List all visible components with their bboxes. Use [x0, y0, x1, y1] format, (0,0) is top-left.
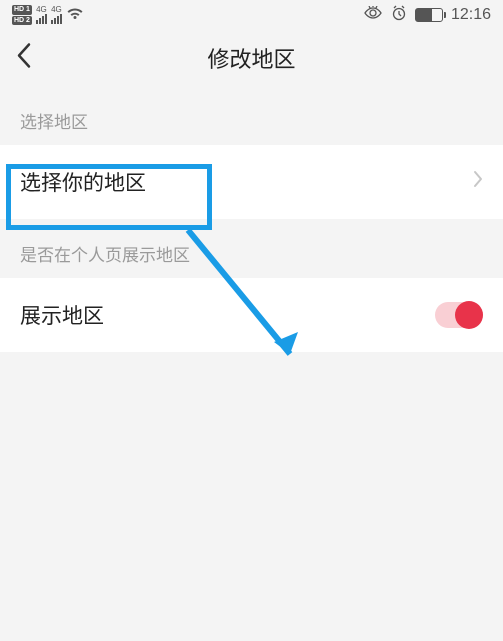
sim2-net-label: 4G	[51, 6, 62, 14]
hd1-badge: HD 1	[12, 5, 32, 14]
display-region-label: 展示地区	[20, 300, 104, 330]
signal-bars-icon	[36, 14, 47, 24]
status-bar: HD 1 HD 2 4G 4G 12:16	[0, 0, 503, 30]
chevron-left-icon	[16, 43, 32, 69]
hd2-badge: HD 2	[12, 16, 32, 25]
nav-bar: 修改地区	[0, 30, 503, 86]
toggle-knob	[455, 301, 483, 329]
section-header-region: 选择地区	[0, 86, 503, 145]
page-title: 修改地区	[207, 42, 295, 74]
alarm-icon	[391, 5, 407, 26]
status-right: 12:16	[363, 5, 491, 26]
eye-icon	[363, 6, 383, 25]
sim2-signal: 4G	[51, 6, 62, 24]
select-region-label: 选择你的地区	[20, 167, 146, 197]
select-region-row[interactable]: 选择你的地区	[0, 145, 503, 219]
wifi-icon	[66, 6, 84, 25]
back-button[interactable]	[16, 43, 32, 74]
section-header-display: 是否在个人页展示地区	[0, 219, 503, 278]
sim1-net-label: 4G	[36, 6, 47, 14]
display-region-row: 展示地区	[0, 278, 503, 352]
signal-bars-icon	[51, 14, 62, 24]
hd-badges: HD 1 HD 2	[12, 5, 32, 24]
display-region-toggle[interactable]	[435, 302, 483, 328]
status-time: 12:16	[451, 6, 491, 24]
battery-icon	[415, 8, 443, 22]
chevron-right-icon	[473, 170, 483, 194]
sim1-signal: 4G	[36, 6, 47, 24]
status-left: HD 1 HD 2 4G 4G	[12, 5, 84, 24]
